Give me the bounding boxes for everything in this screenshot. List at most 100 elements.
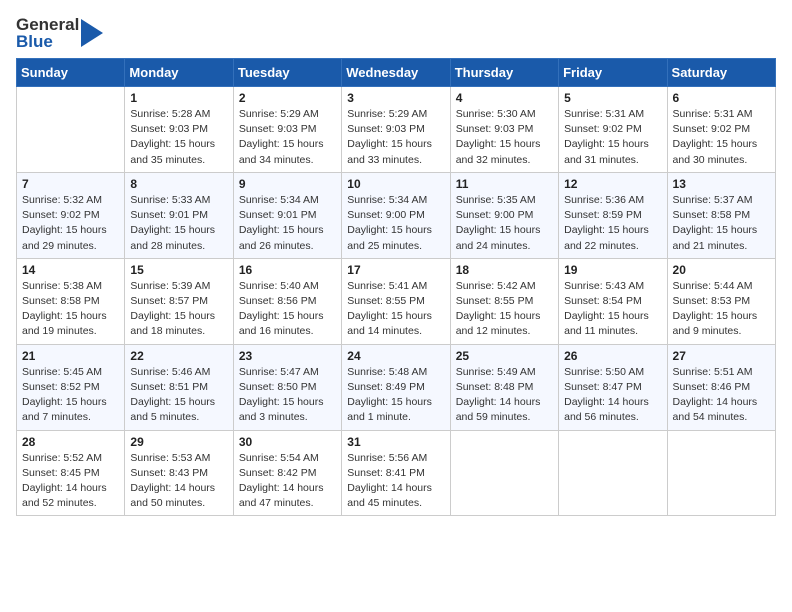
cell-content: Sunrise: 5:47 AMSunset: 8:50 PMDaylight:… bbox=[239, 365, 336, 426]
calendar-cell: 19Sunrise: 5:43 AMSunset: 8:54 PMDayligh… bbox=[559, 258, 667, 344]
day-number: 3 bbox=[347, 91, 444, 105]
calendar-cell: 23Sunrise: 5:47 AMSunset: 8:50 PMDayligh… bbox=[233, 344, 341, 430]
cell-content: Sunrise: 5:31 AMSunset: 9:02 PMDaylight:… bbox=[564, 107, 661, 168]
calendar-cell: 22 Sunrise: 5:46 AMSunset: 8:51 PMDayligh… bbox=[125, 344, 233, 430]
cell-content: Sunrise: 5:41 AMSunset: 8:55 PMDaylight:… bbox=[347, 279, 444, 340]
cell-content: Sunrise: 5:33 AMSunset: 9:01 PMDaylight:… bbox=[130, 193, 227, 254]
logo-chevron-icon bbox=[81, 19, 103, 47]
calendar-cell: 10 Sunrise: 5:34 AMSunset: 9:00 PMDayligh… bbox=[342, 172, 450, 258]
calendar-cell: 31 Sunrise: 5:56 AMSunset: 8:41 PMDayligh… bbox=[342, 430, 450, 516]
weekday-header-friday: Friday bbox=[559, 59, 667, 87]
cell-content: Sunrise: 5:42 AMSunset: 8:55 PMDaylight:… bbox=[456, 279, 553, 340]
calendar-cell: 16Sunrise: 5:40 AMSunset: 8:56 PMDayligh… bbox=[233, 258, 341, 344]
page-header: General Blue bbox=[16, 16, 776, 50]
weekday-header-saturday: Saturday bbox=[667, 59, 775, 87]
cell-content: Sunrise: 5:35 AMSunset: 9:00 PMDaylight:… bbox=[456, 193, 553, 254]
calendar-cell: 9 Sunrise: 5:34 AMSunset: 9:01 PMDaylight… bbox=[233, 172, 341, 258]
day-number: 22 bbox=[130, 349, 227, 363]
day-number: 17 bbox=[347, 263, 444, 277]
cell-content: Sunrise: 5:51 AMSunset: 8:46 PMDaylight:… bbox=[673, 365, 770, 426]
calendar-cell bbox=[17, 87, 125, 173]
calendar-cell bbox=[450, 430, 558, 516]
day-number: 4 bbox=[456, 91, 553, 105]
week-row-1: 1 Sunrise: 5:28 AMSunset: 9:03 PMDaylight… bbox=[17, 87, 776, 173]
calendar-cell: 8Sunrise: 5:33 AMSunset: 9:01 PMDaylight… bbox=[125, 172, 233, 258]
cell-content: Sunrise: 5:34 AMSunset: 9:01 PMDaylight:… bbox=[239, 193, 336, 254]
day-number: 30 bbox=[239, 435, 336, 449]
week-row-5: 28Sunrise: 5:52 AMSunset: 8:45 PMDayligh… bbox=[17, 430, 776, 516]
calendar-cell: 25Sunrise: 5:49 AMSunset: 8:48 PMDayligh… bbox=[450, 344, 558, 430]
day-number: 5 bbox=[564, 91, 661, 105]
day-number: 1 bbox=[130, 91, 227, 105]
day-number: 10 bbox=[347, 177, 444, 191]
calendar-cell bbox=[667, 430, 775, 516]
calendar-cell: 2Sunrise: 5:29 AMSunset: 9:03 PMDaylight… bbox=[233, 87, 341, 173]
day-number: 13 bbox=[673, 177, 770, 191]
cell-content: Sunrise: 5:30 AMSunset: 9:03 PMDaylight:… bbox=[456, 107, 553, 168]
cell-content: Sunrise: 5:36 AMSunset: 8:59 PMDaylight:… bbox=[564, 193, 661, 254]
calendar-cell: 6Sunrise: 5:31 AMSunset: 9:02 PMDaylight… bbox=[667, 87, 775, 173]
calendar-cell: 14 Sunrise: 5:38 AMSunset: 8:58 PMDayligh… bbox=[17, 258, 125, 344]
day-number: 31 bbox=[347, 435, 444, 449]
cell-content: Sunrise: 5:54 AMSunset: 8:42 PMDaylight:… bbox=[239, 451, 336, 512]
day-number: 21 bbox=[22, 349, 119, 363]
weekday-header-tuesday: Tuesday bbox=[233, 59, 341, 87]
calendar-cell: 7 Sunrise: 5:32 AMSunset: 9:02 PMDaylight… bbox=[17, 172, 125, 258]
cell-content: Sunrise: 5:45 AMSunset: 8:52 PMDaylight:… bbox=[22, 365, 119, 426]
weekday-header-thursday: Thursday bbox=[450, 59, 558, 87]
calendar-cell: 5 Sunrise: 5:31 AMSunset: 9:02 PMDaylight… bbox=[559, 87, 667, 173]
day-number: 15 bbox=[130, 263, 227, 277]
cell-content: Sunrise: 5:28 AMSunset: 9:03 PMDaylight:… bbox=[130, 107, 227, 168]
day-number: 26 bbox=[564, 349, 661, 363]
day-number: 20 bbox=[673, 263, 770, 277]
cell-content: Sunrise: 5:39 AMSunset: 8:57 PMDaylight:… bbox=[130, 279, 227, 340]
calendar-cell: 13 Sunrise: 5:37 AMSunset: 8:58 PMDayligh… bbox=[667, 172, 775, 258]
calendar-cell: 30 Sunrise: 5:54 AMSunset: 8:42 PMDayligh… bbox=[233, 430, 341, 516]
calendar-cell: 20 Sunrise: 5:44 AMSunset: 8:53 PMDayligh… bbox=[667, 258, 775, 344]
calendar-cell: 15 Sunrise: 5:39 AMSunset: 8:57 PMDayligh… bbox=[125, 258, 233, 344]
logo-general: General bbox=[16, 16, 79, 33]
calendar-cell: 17 Sunrise: 5:41 AMSunset: 8:55 PMDayligh… bbox=[342, 258, 450, 344]
cell-content: Sunrise: 5:52 AMSunset: 8:45 PMDaylight:… bbox=[22, 451, 119, 512]
cell-content: Sunrise: 5:29 AMSunset: 9:03 PMDaylight:… bbox=[347, 107, 444, 168]
cell-content: Sunrise: 5:29 AMSunset: 9:03 PMDaylight:… bbox=[239, 107, 336, 168]
calendar-cell: 21 Sunrise: 5:45 AMSunset: 8:52 PMDayligh… bbox=[17, 344, 125, 430]
cell-content: Sunrise: 5:48 AMSunset: 8:49 PMDaylight:… bbox=[347, 365, 444, 426]
logo: General Blue bbox=[16, 16, 103, 50]
logo-blue: Blue bbox=[16, 33, 79, 50]
cell-content: Sunrise: 5:49 AMSunset: 8:48 PMDaylight:… bbox=[456, 365, 553, 426]
weekday-header-wednesday: Wednesday bbox=[342, 59, 450, 87]
calendar-cell: 4 Sunrise: 5:30 AMSunset: 9:03 PMDaylight… bbox=[450, 87, 558, 173]
day-number: 7 bbox=[22, 177, 119, 191]
cell-content: Sunrise: 5:37 AMSunset: 8:58 PMDaylight:… bbox=[673, 193, 770, 254]
day-number: 18 bbox=[456, 263, 553, 277]
calendar-cell: 29Sunrise: 5:53 AMSunset: 8:43 PMDayligh… bbox=[125, 430, 233, 516]
calendar-table: SundayMondayTuesdayWednesdayThursdayFrid… bbox=[16, 58, 776, 516]
calendar-cell: 11 Sunrise: 5:35 AMSunset: 9:00 PMDayligh… bbox=[450, 172, 558, 258]
cell-content: Sunrise: 5:32 AMSunset: 9:02 PMDaylight:… bbox=[22, 193, 119, 254]
week-row-3: 14 Sunrise: 5:38 AMSunset: 8:58 PMDayligh… bbox=[17, 258, 776, 344]
cell-content: Sunrise: 5:50 AMSunset: 8:47 PMDaylight:… bbox=[564, 365, 661, 426]
cell-content: Sunrise: 5:31 AMSunset: 9:02 PMDaylight:… bbox=[673, 107, 770, 168]
day-number: 27 bbox=[673, 349, 770, 363]
cell-content: Sunrise: 5:34 AMSunset: 9:00 PMDaylight:… bbox=[347, 193, 444, 254]
cell-content: Sunrise: 5:44 AMSunset: 8:53 PMDaylight:… bbox=[673, 279, 770, 340]
day-number: 14 bbox=[22, 263, 119, 277]
calendar-cell: 24Sunrise: 5:48 AMSunset: 8:49 PMDayligh… bbox=[342, 344, 450, 430]
calendar-cell: 12Sunrise: 5:36 AMSunset: 8:59 PMDayligh… bbox=[559, 172, 667, 258]
cell-content: Sunrise: 5:46 AMSunset: 8:51 PMDaylight:… bbox=[130, 365, 227, 426]
calendar-cell: 1 Sunrise: 5:28 AMSunset: 9:03 PMDaylight… bbox=[125, 87, 233, 173]
calendar-cell: 27 Sunrise: 5:51 AMSunset: 8:46 PMDayligh… bbox=[667, 344, 775, 430]
week-row-2: 7 Sunrise: 5:32 AMSunset: 9:02 PMDaylight… bbox=[17, 172, 776, 258]
weekday-header-monday: Monday bbox=[125, 59, 233, 87]
cell-content: Sunrise: 5:38 AMSunset: 8:58 PMDaylight:… bbox=[22, 279, 119, 340]
calendar-cell: 28Sunrise: 5:52 AMSunset: 8:45 PMDayligh… bbox=[17, 430, 125, 516]
calendar-cell: 3 Sunrise: 5:29 AMSunset: 9:03 PMDaylight… bbox=[342, 87, 450, 173]
cell-content: Sunrise: 5:43 AMSunset: 8:54 PMDaylight:… bbox=[564, 279, 661, 340]
logo-text: General Blue bbox=[16, 16, 103, 50]
day-number: 11 bbox=[456, 177, 553, 191]
cell-content: Sunrise: 5:56 AMSunset: 8:41 PMDaylight:… bbox=[347, 451, 444, 512]
day-number: 9 bbox=[239, 177, 336, 191]
day-number: 29 bbox=[130, 435, 227, 449]
calendar-cell: 18 Sunrise: 5:42 AMSunset: 8:55 PMDayligh… bbox=[450, 258, 558, 344]
